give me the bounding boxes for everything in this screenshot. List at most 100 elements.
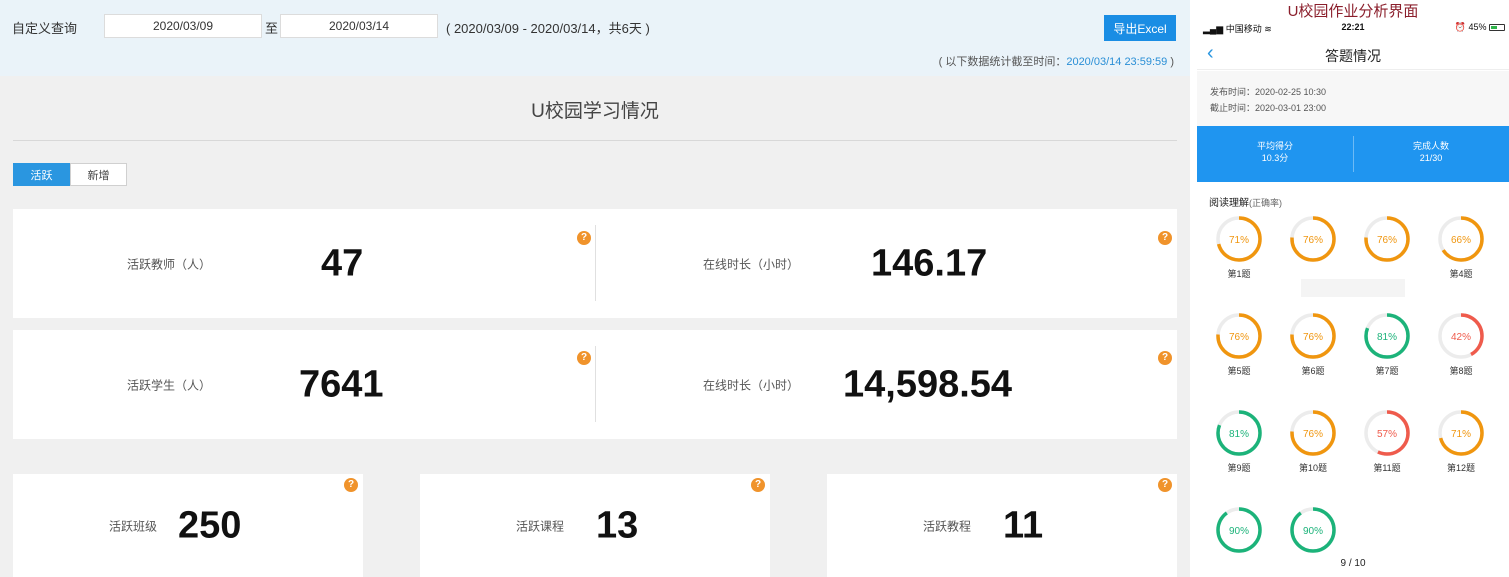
loading-placeholder [1301, 279, 1405, 297]
stats-as-of: ( 以下数据统计截至时间：2020/03/14 23:59:59 ) [939, 53, 1174, 69]
ring-percent: 76% [1303, 332, 1323, 343]
teacher-online-hours-value: 146.17 [871, 242, 988, 284]
ring-percent: 76% [1303, 429, 1323, 440]
student-stats-card: 活跃学生（人） 7641 ? 在线时长（小时） 14,598.54 ? [13, 330, 1177, 439]
completed-count: 完成人数 21/30 [1353, 140, 1509, 164]
question-item[interactable]: 42% 第8题 [1424, 311, 1498, 377]
active-courses-label: 活跃课程 [516, 519, 565, 533]
deadline-time: 截止时间：2020-03-01 23:00 [1210, 103, 1327, 113]
question-item[interactable]: 71% 第1题 [1202, 214, 1276, 280]
title-divider [13, 140, 1177, 141]
active-classes-value: 250 [178, 504, 242, 546]
accuracy-ring: 71% [1438, 410, 1484, 456]
accuracy-ring: 76% [1364, 216, 1410, 262]
question-label: 第5题 [1227, 366, 1251, 376]
ring-percent: 71% [1229, 235, 1249, 246]
question-item[interactable]: 76% [1276, 214, 1350, 267]
active-courses-card: 活跃课程 13 ? [420, 474, 770, 577]
question-label: 第10题 [1298, 463, 1327, 473]
ring-percent: 42% [1451, 332, 1471, 343]
page-title: U校园学习情况 [531, 101, 659, 122]
active-teachers-label: 活跃教师（人） [127, 257, 212, 271]
section-subtitle: (正确率) [1249, 198, 1282, 208]
battery-level [1491, 26, 1498, 30]
active-tutorials-card: 活跃教程 11 ? [827, 474, 1177, 577]
metric-tabs: 活跃 新增 [13, 163, 127, 186]
question-item[interactable]: 57% 第11题 [1350, 408, 1424, 474]
question-label: 第12题 [1446, 463, 1475, 473]
question-item[interactable]: 66% 第4题 [1424, 214, 1498, 280]
ring-percent: 81% [1229, 429, 1249, 440]
export-excel-button[interactable]: 导出Excel [1104, 15, 1176, 41]
section-title: 阅读理解(正确率) [1209, 194, 1282, 209]
help-icon[interactable]: ? [1158, 231, 1172, 245]
accuracy-ring: 57% [1364, 410, 1410, 456]
nav-title: 答题情况 [1325, 48, 1381, 64]
question-item[interactable]: 76% 第5题 [1202, 311, 1276, 377]
student-online-hours-label: 在线时长（小时） [703, 378, 800, 392]
completed-count-label: 完成人数 [1412, 141, 1449, 151]
phone-screen: ▂▄▆ 中国移动 ≋ 22:21 ⏰ 45% ‹ 答题情况 发布时间：2020-… [1197, 18, 1509, 577]
teacher-stats-card: 活跃教师（人） 47 ? 在线时长（小时） 146.17 ? [13, 209, 1177, 318]
dashboard: 自定义查询 至 ( 2020/03/09 - 2020/03/14，共6天 ) … [0, 0, 1190, 577]
battery-status: ⏰ 45% [1455, 22, 1505, 33]
question-label: 第11题 [1373, 463, 1401, 473]
average-score-label: 平均得分 [1256, 141, 1293, 151]
tab-new[interactable]: 新增 [70, 163, 127, 186]
help-icon[interactable]: ? [577, 351, 591, 365]
page-indicator: 9 / 10 [1340, 558, 1366, 569]
active-tutorials-value: 11 [1003, 504, 1044, 546]
question-label: 第8题 [1449, 366, 1473, 376]
status-bar: ▂▄▆ 中国移动 ≋ 22:21 ⏰ 45% [1197, 22, 1509, 36]
active-teachers-value: 47 [321, 242, 364, 284]
question-item[interactable]: 71% 第12题 [1424, 408, 1498, 474]
accuracy-ring: 76% [1216, 313, 1262, 359]
ring-percent: 81% [1377, 332, 1397, 343]
ring-percent: 71% [1451, 429, 1471, 440]
average-score-value: 10.3分 [1261, 153, 1289, 163]
question-item[interactable]: 81% 第7题 [1350, 311, 1424, 377]
question-label: 第7题 [1375, 366, 1399, 376]
accuracy-ring: 42% [1438, 313, 1484, 359]
help-icon[interactable]: ? [751, 478, 765, 492]
ring-percent: 66% [1451, 235, 1471, 246]
publish-time: 发布时间：2020-02-25 10:30 [1210, 87, 1327, 97]
question-item[interactable]: 76% [1350, 214, 1424, 267]
accuracy-ring: 76% [1290, 313, 1336, 359]
active-courses-value: 13 [596, 504, 639, 546]
accuracy-ring: 66% [1438, 216, 1484, 262]
question-label: 第1题 [1227, 269, 1251, 279]
completed-count-value: 21/30 [1419, 153, 1443, 163]
filter-bar: 自定义查询 至 ( 2020/03/09 - 2020/03/14，共6天 ) … [0, 0, 1190, 76]
ring-percent: 76% [1303, 235, 1323, 246]
accuracy-ring: 71% [1216, 216, 1262, 262]
score-summary: 平均得分 10.3分 完成人数 21/30 [1197, 126, 1509, 182]
question-item[interactable]: 76% 第6题 [1276, 311, 1350, 377]
ring-percent: 57% [1377, 429, 1397, 440]
question-item[interactable]: 90% [1276, 505, 1350, 558]
active-classes-card: 活跃班级 250 ? [13, 474, 363, 577]
section-name: 阅读理解 [1209, 198, 1249, 209]
question-item[interactable]: 90% [1202, 505, 1276, 558]
tab-active[interactable]: 活跃 [13, 163, 70, 186]
ring-percent: 90% [1229, 526, 1249, 537]
custom-query-label: 自定义查询 [12, 21, 78, 36]
average-score: 平均得分 10.3分 [1197, 140, 1353, 164]
accuracy-ring: 76% [1290, 216, 1336, 262]
ring-percent: 76% [1229, 332, 1249, 343]
accuracy-ring: 81% [1364, 313, 1410, 359]
help-icon[interactable]: ? [1158, 478, 1172, 492]
active-classes-label: 活跃班级 [109, 519, 158, 533]
help-icon[interactable]: ? [1158, 351, 1172, 365]
help-icon[interactable]: ? [577, 231, 591, 245]
question-item[interactable]: 76% 第10题 [1276, 408, 1350, 474]
active-tutorials-label: 活跃教程 [923, 519, 972, 533]
end-date-input[interactable] [280, 14, 438, 38]
battery-icon [1489, 24, 1505, 32]
start-date-input[interactable] [104, 14, 262, 38]
help-icon[interactable]: ? [344, 478, 358, 492]
active-students-value: 7641 [299, 363, 384, 405]
question-item[interactable]: 81% 第9题 [1202, 408, 1276, 474]
phone-caption: U校园作业分析界面 [1197, 0, 1509, 20]
teacher-online-hours-label: 在线时长（小时） [703, 257, 800, 271]
